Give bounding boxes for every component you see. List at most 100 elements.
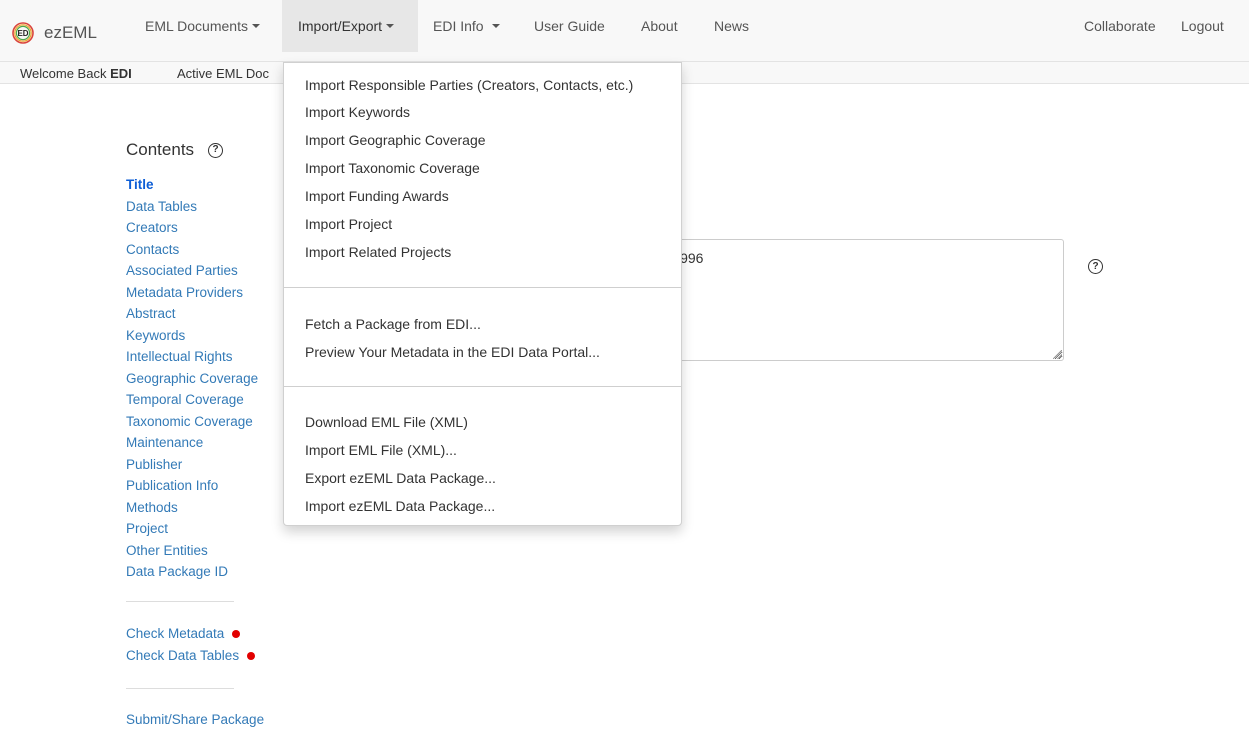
menu-item-export-ezeml-package[interactable]: Export ezEML Data Package... (305, 470, 496, 486)
toc-link-intellectual-rights[interactable]: Intellectual Rights (126, 349, 233, 364)
toc-link-title[interactable]: Title (126, 177, 154, 192)
toc-link-taxonomic-coverage[interactable]: Taxonomic Coverage (126, 414, 253, 429)
nav-eml-documents-label: EML Documents (145, 18, 248, 34)
menu-item-import-project[interactable]: Import Project (305, 216, 392, 232)
toc-item-metadata-providers: Metadata Providers (126, 282, 258, 304)
menu-item-import-responsible-parties[interactable]: Import Responsible Parties (Creators, Co… (305, 77, 633, 93)
toc-link-maintenance[interactable]: Maintenance (126, 435, 203, 450)
brand-name: ezEML (44, 23, 97, 42)
toc-link-data-tables[interactable]: Data Tables (126, 199, 197, 214)
toc-item-associated-parties: Associated Parties (126, 260, 258, 282)
nav-edi-info-label: EDI Info (433, 18, 484, 34)
check-data-tables-link[interactable]: Check Data Tables (126, 648, 256, 663)
check-metadata-label: Check Metadata (126, 626, 225, 641)
toc-link-methods[interactable]: Methods (126, 500, 178, 515)
menu-divider (284, 386, 681, 387)
toc-item-abstract: Abstract (126, 303, 258, 325)
welcome-user: EDI (110, 66, 132, 81)
toc-item-temporal-coverage: Temporal Coverage (126, 389, 258, 411)
menu-item-import-geographic-coverage[interactable]: Import Geographic Coverage (305, 132, 486, 148)
contents-list: Title Data Tables Creators Contacts Asso… (126, 174, 258, 583)
brand-home-link[interactable]: ED ezEML (12, 17, 97, 49)
toc-item-project: Project (126, 518, 258, 540)
error-status-dot (232, 629, 241, 638)
caret-down-icon (491, 24, 500, 28)
toc-item-publisher: Publisher (126, 454, 258, 476)
toc-item-publication-info: Publication Info (126, 475, 258, 497)
menu-item-import-related-projects[interactable]: Import Related Projects (305, 244, 451, 260)
menu-divider (284, 287, 681, 288)
toc-item-methods: Methods (126, 497, 258, 519)
navbar-row: ED ezEML EML Documents Import/Export EDI… (0, 0, 1249, 52)
nav-about[interactable]: About (641, 0, 678, 52)
toc-link-geographic-coverage[interactable]: Geographic Coverage (126, 371, 258, 386)
toc-link-associated-parties[interactable]: Associated Parties (126, 263, 238, 278)
help-icon[interactable]: ? (208, 142, 224, 158)
menu-item-preview-metadata[interactable]: Preview Your Metadata in the EDI Data Po… (305, 344, 600, 360)
nav-import-export[interactable]: Import/Export (282, 0, 418, 52)
toc-item-intellectual-rights: Intellectual Rights (126, 346, 258, 368)
toc-item-taxonomic-coverage: Taxonomic Coverage (126, 411, 258, 433)
nav-eml-documents[interactable]: EML Documents (145, 0, 270, 52)
contents-heading-text: Contents (126, 140, 195, 159)
caret-down-icon (251, 24, 260, 28)
nav-logout-label: Logout (1181, 18, 1224, 34)
nav-edi-info[interactable]: EDI Info (433, 0, 505, 52)
toc-link-metadata-providers[interactable]: Metadata Providers (126, 285, 243, 300)
toc-item-creators: Creators (126, 217, 258, 239)
toc-link-abstract[interactable]: Abstract (126, 306, 176, 321)
nav-news[interactable]: News (714, 0, 749, 52)
nav-user-guide[interactable]: User Guide (534, 0, 605, 52)
nav-logout[interactable]: Logout (1181, 0, 1224, 52)
toc-item-maintenance: Maintenance (126, 432, 258, 454)
active-document-label: Active EML Doc (177, 66, 269, 81)
svg-text:ED: ED (17, 29, 28, 38)
menu-item-download-eml[interactable]: Download EML File (XML) (305, 414, 468, 430)
submit-share-package-label: Submit/Share Package (126, 712, 265, 727)
toc-link-publication-info[interactable]: Publication Info (126, 478, 218, 493)
toc-link-data-package-id[interactable]: Data Package ID (126, 564, 228, 579)
edi-logo-icon: ED (12, 22, 34, 44)
toc-link-contacts[interactable]: Contacts (126, 242, 179, 257)
nav-collaborate-label: Collaborate (1084, 18, 1156, 34)
top-navbar: ED ezEML EML Documents Import/Export EDI… (0, 0, 1249, 62)
toc-item-keywords: Keywords (126, 325, 258, 347)
toc-item-data-package-id: Data Package ID (126, 561, 258, 583)
toc-item-other-entities: Other Entities (126, 540, 258, 562)
toc-link-other-entities[interactable]: Other Entities (126, 543, 208, 558)
menu-item-import-eml[interactable]: Import EML File (XML)... (305, 442, 457, 458)
toc-item-contacts: Contacts (126, 239, 258, 261)
caret-down-icon (386, 24, 395, 28)
nav-about-label: About (641, 18, 678, 34)
toc-link-creators[interactable]: Creators (126, 220, 178, 235)
welcome-prefix: Welcome Back (20, 66, 111, 81)
nav-user-guide-label: User Guide (534, 18, 605, 34)
menu-item-fetch-package[interactable]: Fetch a Package from EDI... (305, 316, 481, 332)
menu-item-import-ezeml-package[interactable]: Import ezEML Data Package... (305, 498, 495, 514)
toc-link-project[interactable]: Project (126, 521, 168, 536)
submit-share-package-link[interactable]: Submit/Share Package (126, 712, 264, 727)
toc-link-temporal-coverage[interactable]: Temporal Coverage (126, 392, 244, 407)
check-metadata-link[interactable]: Check Metadata (126, 626, 241, 641)
import-export-dropdown-menu: Import Responsible Parties (Creators, Co… (283, 62, 682, 526)
toc-item-title: Title (126, 174, 258, 196)
error-status-dot (247, 651, 256, 660)
contents-heading: Contents ? (126, 140, 224, 160)
menu-item-import-keywords[interactable]: Import Keywords (305, 104, 410, 120)
title-help-icon[interactable]: ? (1088, 259, 1103, 274)
toc-link-keywords[interactable]: Keywords (126, 328, 185, 343)
toc-item-geographic-coverage: Geographic Coverage (126, 368, 258, 390)
sidebar-divider (126, 688, 234, 689)
toc-link-publisher[interactable]: Publisher (126, 457, 182, 472)
nav-news-label: News (714, 18, 750, 34)
nav-collaborate[interactable]: Collaborate (1084, 0, 1156, 52)
sidebar-divider (126, 601, 234, 602)
check-data-tables-label: Check Data Tables (126, 648, 240, 663)
menu-item-import-taxonomic-coverage[interactable]: Import Taxonomic Coverage (305, 160, 480, 176)
resize-grip-icon[interactable] (1053, 350, 1062, 359)
nav-import-export-label: Import/Export (298, 18, 383, 34)
toc-item-data-tables: Data Tables (126, 196, 258, 218)
title-textarea[interactable]: )-1996 (650, 239, 1064, 361)
welcome-message: Welcome Back EDI (20, 66, 132, 81)
menu-item-import-funding-awards[interactable]: Import Funding Awards (305, 188, 449, 204)
